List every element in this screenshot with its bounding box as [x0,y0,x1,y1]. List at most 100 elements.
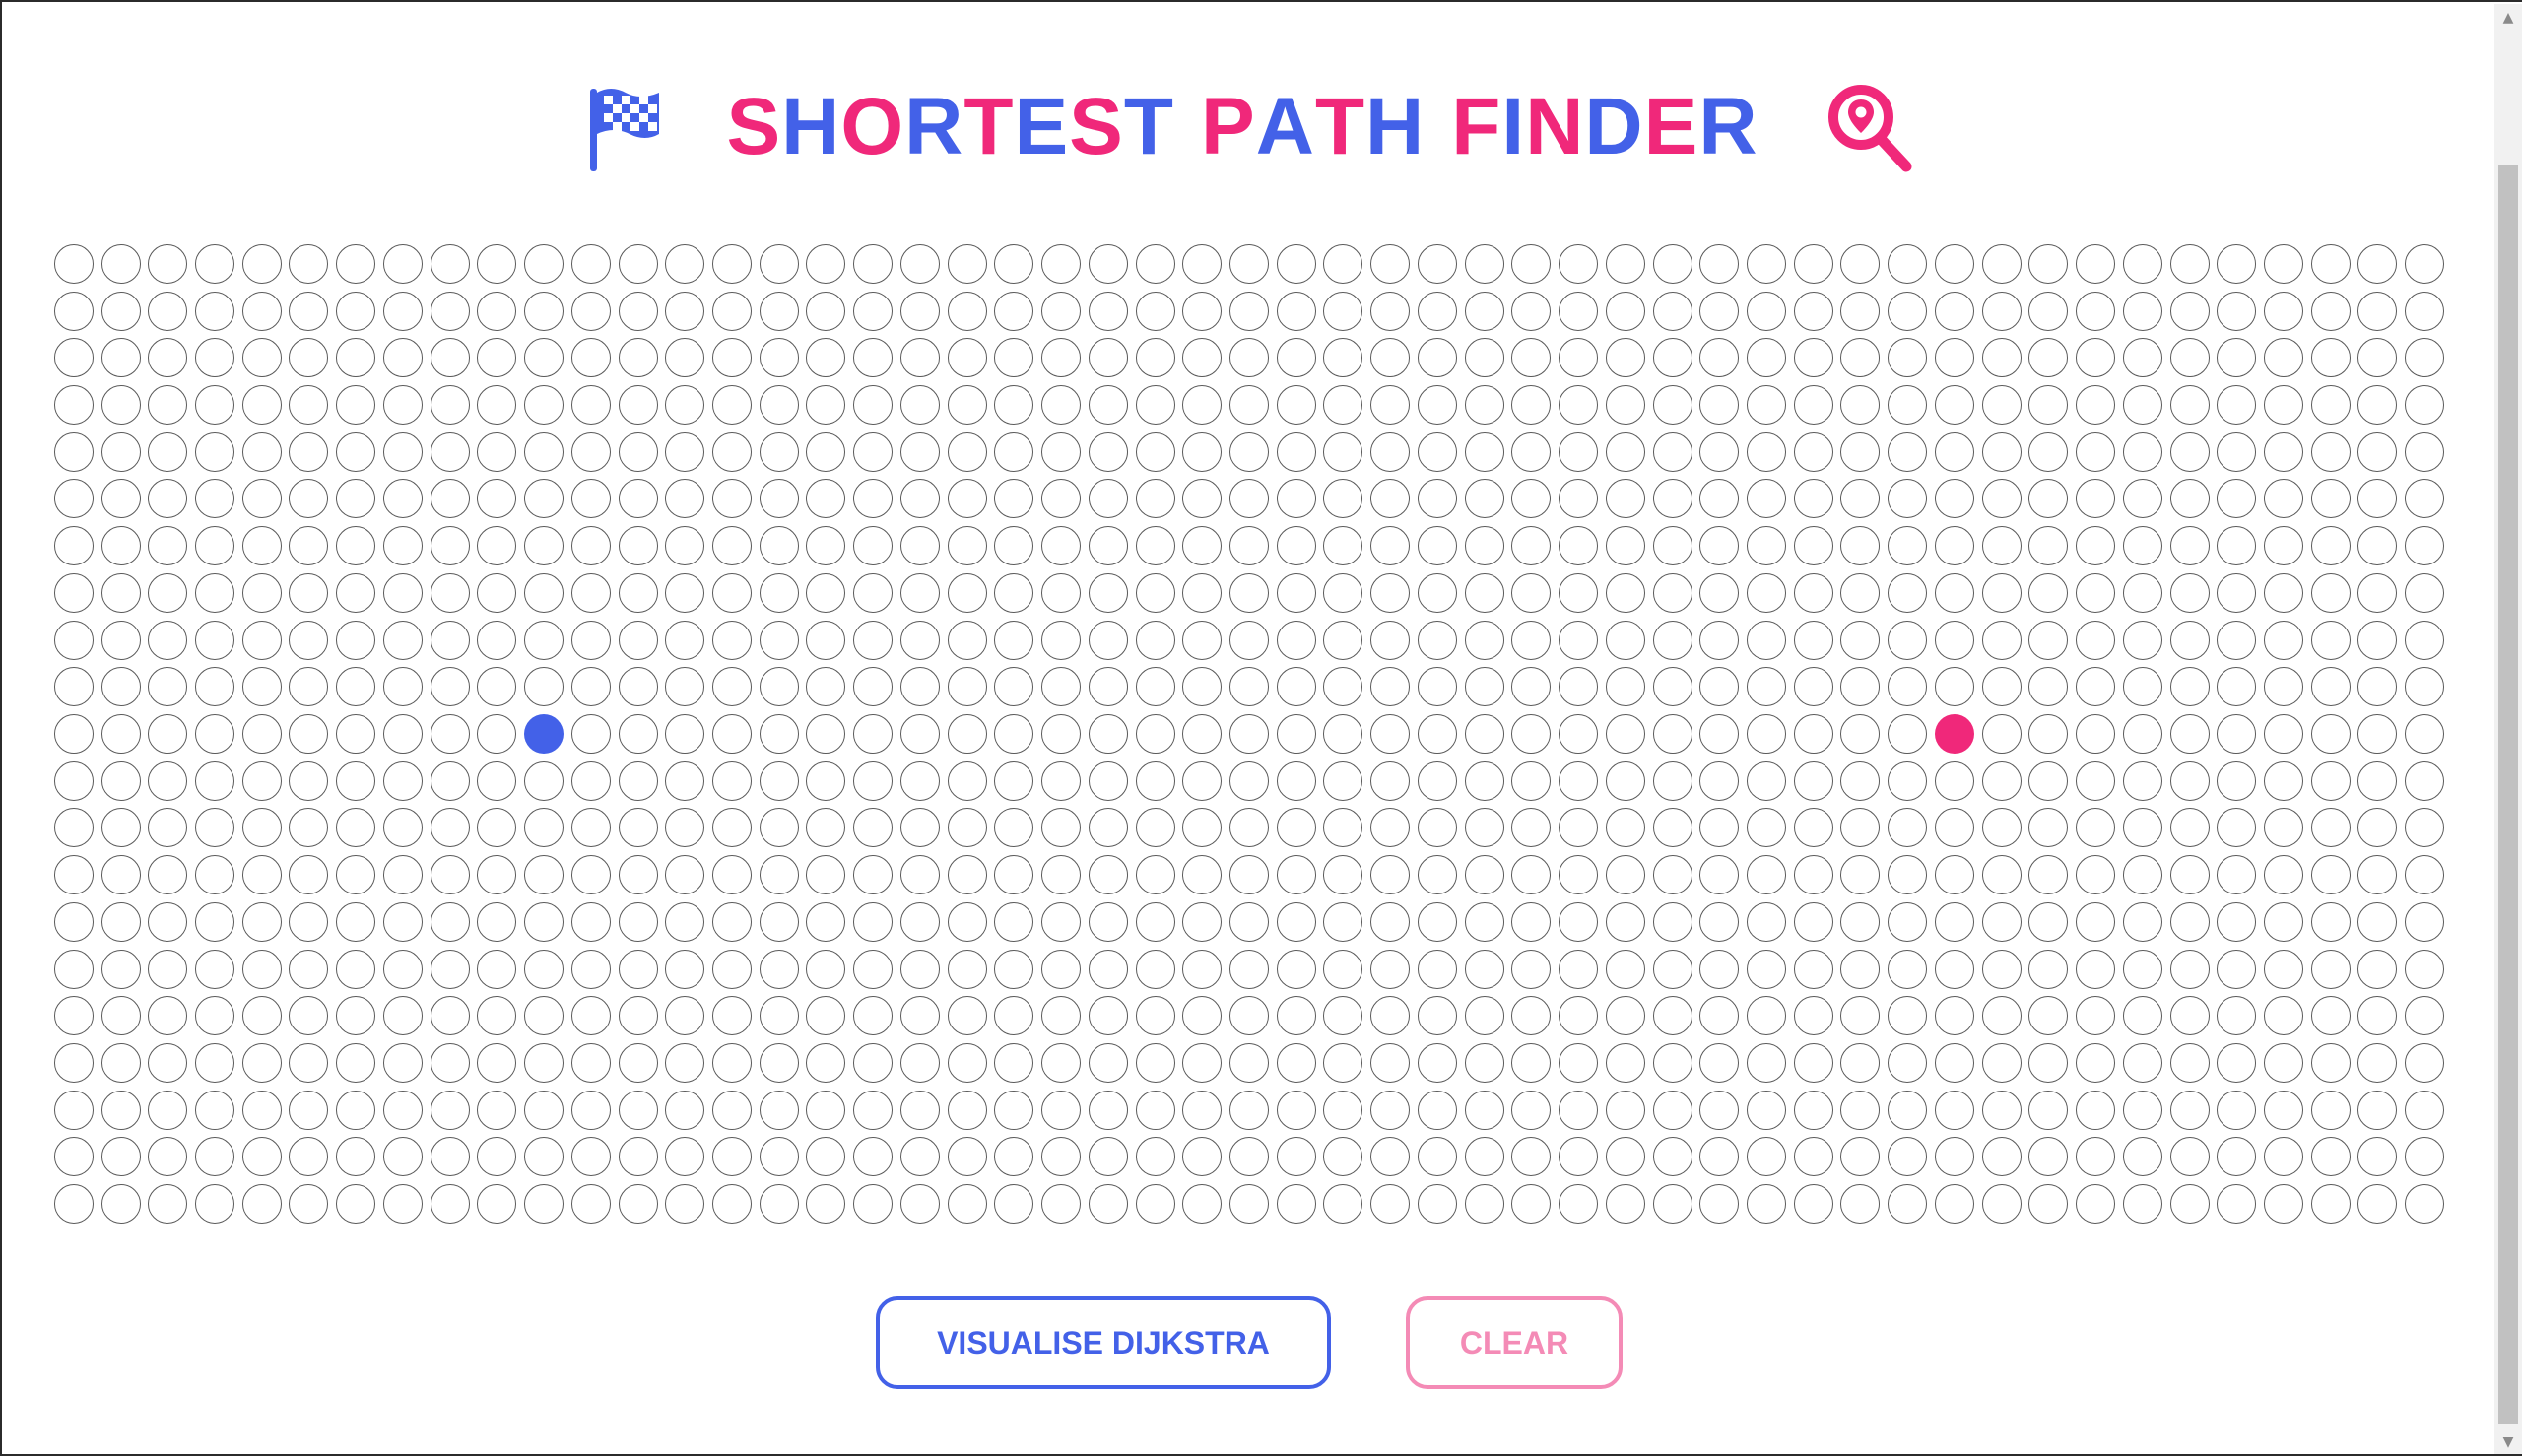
grid-node[interactable] [947,808,987,848]
grid-node[interactable] [853,1184,894,1224]
grid-node[interactable] [2028,572,2069,613]
grid-node[interactable] [430,761,470,801]
grid-node[interactable] [336,1090,376,1130]
grid-node[interactable] [2028,808,2069,848]
grid-node[interactable] [430,855,470,895]
grid-node[interactable] [618,620,658,660]
grid-node[interactable] [1370,855,1411,895]
grid-node[interactable] [759,996,799,1036]
grid-node[interactable] [241,291,282,331]
grid-node[interactable] [570,1184,611,1224]
grid-node[interactable] [1417,243,1457,284]
grid-node[interactable] [1605,479,1645,519]
grid-node[interactable] [759,667,799,707]
grid-node[interactable] [1605,855,1645,895]
grid-node[interactable] [1135,243,1175,284]
grid-node[interactable] [2405,761,2445,801]
grid-node[interactable] [1605,291,1645,331]
grid-node[interactable] [1323,620,1363,660]
grid-node[interactable] [2263,1043,2303,1083]
grid-node[interactable] [2028,714,2069,754]
grid-node[interactable] [1041,1090,1082,1130]
grid-node[interactable] [665,996,705,1036]
grid-node[interactable] [1229,808,1269,848]
grid-node[interactable] [477,808,517,848]
grid-node[interactable] [1511,855,1552,895]
grid-node[interactable] [1934,572,1974,613]
grid-node[interactable] [1135,949,1175,989]
grid-node[interactable] [2122,1043,2162,1083]
grid-node[interactable] [430,291,470,331]
grid-node[interactable] [947,479,987,519]
grid-node[interactable] [100,901,141,942]
grid-node[interactable] [618,291,658,331]
grid-node[interactable] [2357,1043,2398,1083]
grid-node[interactable] [2076,714,2116,754]
grid-node[interactable] [1135,996,1175,1036]
grid-node[interactable] [1182,1043,1223,1083]
grid-node[interactable] [994,667,1034,707]
grid-node[interactable] [1088,949,1128,989]
grid-node[interactable] [2169,620,2210,660]
grid-node[interactable] [148,243,188,284]
grid-node[interactable] [2217,1090,2257,1130]
grid-node[interactable] [994,901,1034,942]
grid-node[interactable] [1888,243,1928,284]
grid-node[interactable] [382,1137,423,1177]
grid-node[interactable] [2357,667,2398,707]
grid-node[interactable] [712,855,753,895]
grid-node[interactable] [712,667,753,707]
grid-node[interactable] [947,243,987,284]
grid-node[interactable] [1182,855,1223,895]
grid-node[interactable] [195,479,235,519]
grid-node[interactable] [2076,855,2116,895]
grid-node[interactable] [477,479,517,519]
grid-node[interactable] [1699,338,1740,378]
grid-node[interactable] [241,1137,282,1177]
grid-node[interactable] [2076,385,2116,425]
grid-node[interactable] [1135,714,1175,754]
grid-node[interactable] [618,808,658,848]
grid-node[interactable] [1229,901,1269,942]
grid-node[interactable] [1041,714,1082,754]
grid-node[interactable] [195,243,235,284]
grid-node[interactable] [2310,338,2351,378]
grid-node[interactable] [759,620,799,660]
grid-node[interactable] [1559,620,1599,660]
grid-node[interactable] [1981,761,2022,801]
grid-node[interactable] [1559,338,1599,378]
grid-node[interactable] [1699,385,1740,425]
grid-node[interactable] [2405,1043,2445,1083]
grid-node[interactable] [1746,385,1786,425]
grid-node[interactable] [1511,761,1552,801]
grid-node[interactable] [241,243,282,284]
grid-node[interactable] [53,338,94,378]
grid-node[interactable] [477,714,517,754]
grid-node[interactable] [994,479,1034,519]
grid-node[interactable] [2169,1137,2210,1177]
grid-node[interactable] [430,1043,470,1083]
grid-node[interactable] [618,338,658,378]
grid-node[interactable] [430,620,470,660]
grid-node[interactable] [1323,1184,1363,1224]
grid-node[interactable] [2217,901,2257,942]
grid-node[interactable] [994,620,1034,660]
grid-node[interactable] [1511,243,1552,284]
grid-node[interactable] [1605,667,1645,707]
grid-node[interactable] [1652,901,1692,942]
grid-node[interactable] [382,479,423,519]
grid-node[interactable] [1511,338,1552,378]
grid-node[interactable] [1559,291,1599,331]
grid-node[interactable] [1370,385,1411,425]
grid-node[interactable] [1417,526,1457,566]
grid-node[interactable] [1135,901,1175,942]
grid-node[interactable] [1229,1043,1269,1083]
grid-node[interactable] [1229,431,1269,472]
grid-node[interactable] [1981,855,2022,895]
grid-node[interactable] [1276,431,1316,472]
grid-node[interactable] [1182,1090,1223,1130]
grid-node[interactable] [1276,901,1316,942]
grid-node[interactable] [570,620,611,660]
grid-node[interactable] [1464,949,1504,989]
grid-node[interactable] [1417,1043,1457,1083]
